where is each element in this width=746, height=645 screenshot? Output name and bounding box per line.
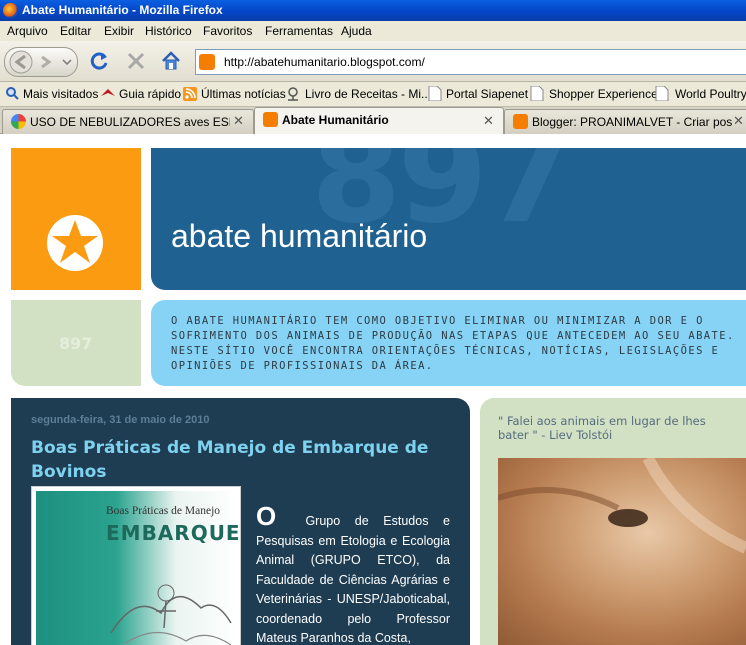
reload-icon[interactable] [88, 50, 110, 75]
menu-arquivo[interactable]: Arquivo [7, 24, 48, 38]
menu-bar: Arquivo Editar Exibir Histórico Favorito… [0, 21, 746, 41]
bookmark-world-poultry[interactable]: World Poultry - [675, 87, 746, 101]
rss-icon [183, 86, 197, 101]
blog-header: 897 abate humanitário [151, 148, 746, 290]
tab-blogger-proanimalvet[interactable]: Blogger: PROANIMALVET - Criar postag... … [504, 109, 746, 134]
blogger-favicon-icon [263, 112, 278, 127]
address-bar[interactable]: http://abatehumanitario.blogspot.com/ [195, 49, 746, 75]
blogger-favicon-icon [199, 54, 215, 70]
home-icon[interactable] [160, 50, 182, 75]
page-icon [530, 85, 544, 102]
back-button[interactable] [4, 47, 32, 75]
tab-abate-humanitario[interactable]: Abate Humanitário ✕ [254, 107, 504, 135]
post-title[interactable]: Boas Práticas de Manejo de Embarque de B… [31, 436, 461, 484]
google-favicon-icon [11, 114, 26, 129]
title-bar: Abate Humanitário - Mozilla Firefox [0, 0, 746, 21]
recipe-icon [285, 86, 299, 101]
post-body: O Grupo de Estudos e Pesquisas em Etolog… [256, 503, 450, 645]
blog-description-box: O abate humanitário tem como objetivo el… [151, 300, 746, 386]
tab-label: Abate Humanitário [282, 113, 389, 127]
close-tab-icon[interactable]: ✕ [733, 114, 744, 129]
blog-description: O abate humanitário tem como objetivo el… [171, 315, 735, 372]
stop-icon[interactable] [125, 50, 147, 75]
magnifier-icon [5, 86, 19, 101]
tab-label: Blogger: PROANIMALVET - Criar postag... [532, 115, 732, 129]
menu-ferramentas[interactable]: Ferramentas [265, 24, 333, 38]
blog-title[interactable]: abate humanitário [171, 218, 427, 255]
book-cover-line1: Boas Práticas de Manejo [106, 505, 221, 517]
close-tab-icon[interactable]: ✕ [233, 114, 244, 129]
cattle-photo [498, 458, 746, 645]
close-tab-icon[interactable]: ✕ [483, 114, 494, 129]
number-box: 897 [11, 300, 141, 386]
blogger-favicon-icon [513, 114, 528, 129]
guide-icon [100, 86, 115, 101]
bookmark-portal-siapenet[interactable]: Portal Siapenet [446, 87, 528, 101]
book-cover-image[interactable]: Boas Práticas de Manejo EMBARQUE [31, 486, 241, 645]
bookmark-guia-rapido[interactable]: Guia rápido [119, 87, 181, 101]
bookmark-mais-visitados[interactable]: Mais visitados [23, 87, 98, 101]
blog-post: segunda-feira, 31 de maio de 2010 Boas P… [11, 398, 470, 645]
forward-button[interactable] [32, 47, 54, 75]
menu-favoritos[interactable]: Favoritos [203, 24, 252, 38]
window-title: Abate Humanitário - Mozilla Firefox [22, 3, 223, 17]
star-icon [47, 215, 103, 271]
side-number: 897 [59, 334, 93, 353]
menu-ajuda[interactable]: Ajuda [341, 24, 372, 38]
menu-historico[interactable]: Histórico [145, 24, 192, 38]
logo-box [11, 148, 141, 290]
cattle-drawing-icon [110, 584, 232, 645]
firefox-icon [3, 3, 18, 18]
sidebar-quote: " Falei aos animais em lugar de lhes bat… [498, 414, 706, 442]
tab-label: USO DE NEBULIZADORES aves ESPAÇ... [30, 115, 230, 129]
book-cover-line2: EMBARQUE [106, 521, 241, 545]
book-cover: Boas Práticas de Manejo EMBARQUE [36, 491, 240, 645]
drop-cap: O [256, 501, 277, 531]
post-body-text: Grupo de Estudos e Pesquisas em Etologia… [256, 514, 450, 645]
url-text: http://abatehumanitario.blogspot.com/ [224, 55, 425, 69]
sidebar: " Falei aos animais em lugar de lhes bat… [480, 398, 746, 645]
bookmark-livro-de-receitas[interactable]: Livro de Receitas - Mi... [305, 87, 431, 101]
menu-editar[interactable]: Editar [60, 24, 91, 38]
tab-nebulizadores[interactable]: USO DE NEBULIZADORES aves ESPAÇ... ✕ [2, 109, 254, 134]
page-icon [428, 85, 442, 102]
page-icon [655, 85, 669, 102]
bookmark-ultimas-noticias[interactable]: Últimas notícias [201, 87, 286, 101]
bookmark-shopper-experience[interactable]: Shopper Experience [549, 87, 658, 101]
tab-bar: USO DE NEBULIZADORES aves ESPAÇ... ✕ Aba… [0, 107, 746, 135]
bookmarks-toolbar: Mais visitados Guia rápido Últimas notíc… [0, 82, 746, 107]
menu-exibir[interactable]: Exibir [104, 24, 134, 38]
post-date: segunda-feira, 31 de maio de 2010 [31, 414, 210, 426]
